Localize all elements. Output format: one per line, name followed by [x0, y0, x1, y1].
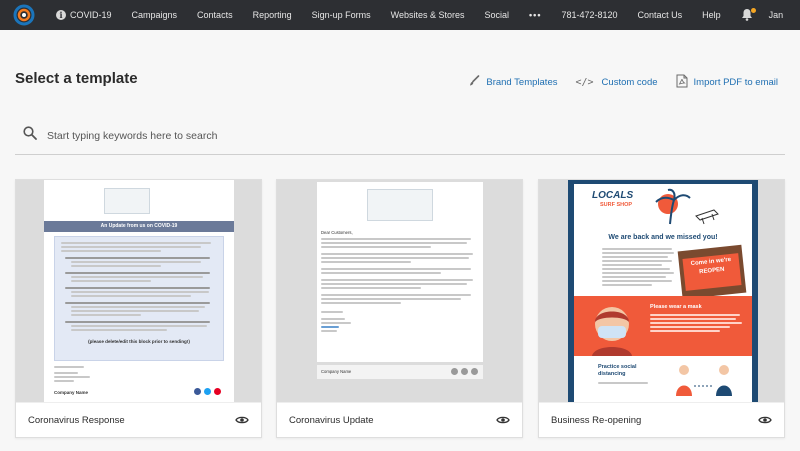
pinterest-icon	[471, 368, 478, 375]
nav-help[interactable]: Help	[692, 0, 731, 30]
covid-panel: (please delete/edit this block prior to …	[54, 236, 224, 361]
template-card-coronavirus-update[interactable]: Dear Customers, Company Name Coronavirus…	[276, 179, 523, 438]
template-card-business-reopening[interactable]: LOCALS SURF SHOP We are back and we miss…	[538, 179, 785, 438]
top-nav: i COVID-19 Campaigns Contacts Reporting S…	[0, 0, 800, 30]
masked-person-icon	[592, 307, 632, 356]
nav-contacts[interactable]: Contacts	[187, 0, 243, 30]
preview-eye-icon[interactable]	[758, 412, 772, 430]
preview-eye-icon[interactable]	[235, 412, 249, 430]
custom-code-label: Custom code	[601, 77, 658, 88]
constant-contact-logo-icon[interactable]	[12, 3, 36, 27]
facebook-icon	[451, 368, 458, 375]
image-placeholder-icon	[367, 189, 433, 221]
nav-covid-19[interactable]: i COVID-19	[46, 0, 122, 30]
pdf-file-icon	[676, 74, 694, 91]
import-pdf-link[interactable]: Import PDF to email	[676, 74, 778, 91]
reopen-sign-image: Come in we're REOPEN	[677, 244, 747, 300]
template-name: Business Re-opening	[551, 415, 642, 426]
template-preview[interactable]: An Update from us on COVID-19 (please de…	[16, 180, 261, 402]
email-mockup: LOCALS SURF SHOP We are back and we miss…	[568, 180, 758, 402]
template-name: Coronavirus Update	[289, 415, 374, 426]
nav-websites-stores[interactable]: Websites & Stores	[381, 0, 475, 30]
notification-dot	[750, 8, 756, 13]
nav-phone-number: 781-472-8120	[561, 10, 618, 20]
covid-banner: An Update from us on COVID-19	[44, 221, 234, 232]
info-icon: i	[56, 10, 66, 20]
nav-covid-label: COVID-19	[70, 10, 112, 20]
page-title: Select a template	[15, 70, 138, 87]
email-mockup: Dear Customers,	[317, 182, 483, 362]
social-distancing-people-icon	[676, 365, 732, 396]
facebook-icon	[194, 388, 201, 395]
mock-company-name: Company Name	[321, 369, 352, 374]
search-icon	[23, 126, 37, 145]
header-actions: Brand Templates </> Custom code Import P…	[450, 74, 778, 91]
mock-greeting: Dear Customers,	[321, 230, 353, 235]
user-menu[interactable]: Jan	[765, 0, 794, 30]
brand-templates-label: Brand Templates	[486, 77, 558, 88]
template-preview[interactable]: LOCALS SURF SHOP We are back and we miss…	[539, 180, 784, 402]
nav-more-menu[interactable]: •••	[519, 0, 551, 30]
card-footer: Coronavirus Response	[16, 402, 261, 438]
bell-icon	[741, 8, 756, 22]
brand-surf-shop: SURF SHOP	[600, 202, 633, 208]
template-card-coronavirus-response[interactable]: An Update from us on COVID-19 (please de…	[15, 179, 262, 438]
card-footer: Coronavirus Update	[277, 402, 522, 438]
preview-eye-icon[interactable]	[496, 412, 510, 430]
reopen-body: LOCALS SURF SHOP We are back and we miss…	[574, 184, 752, 402]
mask-title: Please wear a mask	[650, 304, 702, 310]
template-preview[interactable]: Dear Customers, Company Name	[277, 180, 522, 402]
import-pdf-label: Import PDF to email	[693, 77, 778, 88]
email-mockup: An Update from us on COVID-19 (please de…	[44, 180, 234, 402]
closing-note: (please delete/edit this block prior to …	[88, 339, 190, 344]
code-icon: </>	[575, 77, 594, 88]
distancing-title: Practice social distancing	[598, 364, 637, 377]
paintbrush-icon	[468, 75, 486, 90]
pinterest-icon	[214, 388, 221, 395]
twitter-icon	[461, 368, 468, 375]
nav-contact-us[interactable]: Contact Us	[628, 0, 693, 30]
nav-social[interactable]: Social	[475, 0, 520, 30]
search-input[interactable]	[47, 129, 747, 142]
nav-sign-up-forms[interactable]: Sign-up Forms	[302, 0, 381, 30]
nav-campaigns[interactable]: Campaigns	[122, 0, 188, 30]
template-search	[15, 117, 785, 155]
email-footer-bar: Company Name	[317, 365, 483, 379]
twitter-icon	[204, 388, 211, 395]
palm-tree-sun-icon	[655, 188, 719, 225]
brand-templates-link[interactable]: Brand Templates	[468, 75, 557, 90]
reopen-headline: We are back and we missed you!	[608, 234, 718, 241]
custom-code-link[interactable]: </> Custom code	[575, 77, 657, 88]
mock-company-name: Company Name	[54, 390, 89, 395]
card-footer: Business Re-opening	[539, 402, 784, 438]
reopen-sign-text: Come in we're REOPEN	[682, 253, 742, 291]
notifications-button[interactable]	[731, 0, 765, 30]
mask-section: Please wear a mask	[574, 296, 752, 356]
template-name: Coronavirus Response	[28, 415, 125, 426]
image-placeholder-icon	[104, 188, 150, 214]
nav-reporting[interactable]: Reporting	[243, 0, 302, 30]
brand-locals: LOCALS	[592, 190, 634, 201]
